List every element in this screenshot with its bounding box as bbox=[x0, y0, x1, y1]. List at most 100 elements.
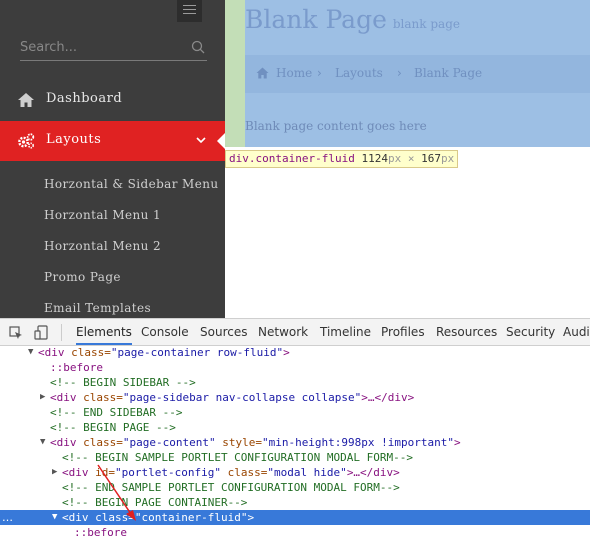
hamburger-icon bbox=[183, 5, 196, 6]
submenu-item-horizontal-menu-1[interactable]: Horzontal Menu 1 bbox=[44, 208, 161, 222]
dom-comment-text: <!-- BEGIN SIDEBAR --> bbox=[50, 376, 196, 389]
chevron-right-icon: › bbox=[317, 66, 322, 80]
dom-node-before[interactable]: ::before bbox=[0, 525, 590, 540]
submenu-item-promo-page[interactable]: Promo Page bbox=[44, 270, 121, 284]
dom-attr: class= bbox=[83, 436, 123, 449]
dom-attr: id= bbox=[95, 466, 115, 479]
search-input[interactable] bbox=[20, 36, 185, 58]
dom-attr: class= bbox=[71, 346, 111, 359]
expand-triangle-icon[interactable]: ▼ bbox=[40, 435, 45, 450]
chevron-right-icon: › bbox=[397, 66, 402, 80]
dom-comment-text: <!-- END SIDEBAR --> bbox=[50, 406, 183, 419]
expand-triangle-icon[interactable]: ▼ bbox=[52, 510, 57, 525]
dom-tag: > bbox=[454, 436, 461, 449]
more-options-icon[interactable]: … bbox=[2, 510, 13, 525]
dom-tree: ▼ <div class="page-container row-fluid">… bbox=[0, 345, 590, 541]
page-title-text: Blank Page bbox=[245, 5, 387, 34]
tab-resources[interactable]: Resources bbox=[436, 319, 497, 345]
sidebar-item-layouts[interactable]: Layouts bbox=[0, 121, 225, 161]
dom-node-before[interactable]: ::before bbox=[0, 360, 590, 375]
dom-comment-text: <!-- END SAMPLE PORTLET CONFIGURATION MO… bbox=[62, 481, 400, 494]
dom-val: "portlet-config" bbox=[115, 466, 221, 479]
toolbar-divider bbox=[61, 324, 62, 341]
dom-comment[interactable]: <!-- BEGIN SAMPLE PORTLET CONFIGURATION … bbox=[0, 450, 590, 465]
dom-val: "container-fluid" bbox=[134, 511, 248, 524]
submenu-item-email-templates[interactable]: Email Templates bbox=[44, 301, 151, 315]
dom-val: "page-sidebar nav-collapse collapse" bbox=[122, 391, 362, 404]
collapse-triangle-icon[interactable]: ▶ bbox=[52, 465, 57, 480]
page-subtitle: blank page bbox=[392, 17, 460, 31]
tab-timeline[interactable]: Timeline bbox=[320, 319, 371, 345]
dom-tag: <div bbox=[38, 346, 72, 359]
device-mode-icon[interactable] bbox=[34, 325, 48, 340]
dom-comment[interactable]: <!-- END SAMPLE PORTLET CONFIGURATION MO… bbox=[0, 480, 590, 495]
hamburger-icon-bar bbox=[183, 9, 196, 10]
hamburger-icon-bar bbox=[183, 13, 196, 14]
collapse-triangle-icon[interactable]: ▶ bbox=[40, 390, 45, 405]
dom-node-container-fluid-selected[interactable]: … ▼ <div class="container-fluid"> bbox=[0, 510, 590, 525]
dom-comment[interactable]: <!-- BEGIN SIDEBAR --> bbox=[0, 375, 590, 390]
dom-tag: > bbox=[283, 346, 290, 359]
tooltip-width: 1124 bbox=[361, 152, 388, 165]
dom-val: "modal hide" bbox=[267, 466, 347, 479]
submenu-item-horizontal-menu-2[interactable]: Horzontal Menu 2 bbox=[44, 239, 161, 253]
tab-network[interactable]: Network bbox=[258, 319, 308, 345]
dom-node-page-content[interactable]: ▼ <div class="page-content" style="min-h… bbox=[0, 435, 590, 450]
tooltip-selector: div.container-fluid bbox=[229, 152, 355, 165]
dom-comment-text: <!-- BEGIN PAGE --> bbox=[50, 421, 176, 434]
dom-comment[interactable]: <!-- BEGIN PAGE CONTAINER--> bbox=[0, 495, 590, 510]
dom-attr: class= bbox=[220, 466, 268, 479]
tooltip-times: × bbox=[407, 152, 415, 165]
search-icon[interactable] bbox=[191, 40, 205, 54]
tab-sources[interactable]: Sources bbox=[200, 319, 247, 345]
menu-toggle-button[interactable] bbox=[177, 0, 202, 22]
container-fluid-highlight: Blank Page blank page Home › Layouts › Bl… bbox=[225, 0, 590, 147]
breadcrumb-layouts[interactable]: Layouts bbox=[335, 66, 383, 80]
dom-tag: >…</div> bbox=[346, 466, 400, 479]
sidebar-item-dashboard[interactable]: Dashboard bbox=[0, 80, 225, 120]
dom-comment[interactable]: <!-- END SIDEBAR --> bbox=[0, 405, 590, 420]
page-title: Blank Page blank page bbox=[245, 5, 460, 34]
dom-tag: <div bbox=[62, 511, 96, 524]
tab-elements[interactable]: Elements bbox=[76, 319, 132, 345]
dom-comment-text: <!-- BEGIN SAMPLE PORTLET CONFIGURATION … bbox=[62, 451, 413, 464]
dom-comment-text: <!-- BEGIN PAGE CONTAINER--> bbox=[62, 496, 248, 509]
dom-node-page-container[interactable]: ▼ <div class="page-container row-fluid"> bbox=[0, 345, 590, 360]
dom-tag: <div bbox=[62, 466, 96, 479]
active-indicator-arrow bbox=[217, 133, 225, 149]
home-icon bbox=[18, 93, 34, 107]
expand-triangle-icon[interactable]: ▼ bbox=[28, 345, 33, 360]
dom-attr: class= bbox=[95, 511, 135, 524]
dom-tag: <div bbox=[50, 391, 84, 404]
padding-highlight bbox=[225, 0, 245, 147]
devtools-toolbar: Elements Console Sources Network Timelin… bbox=[0, 319, 590, 346]
home-icon bbox=[256, 67, 269, 79]
tooltip-height: 167 bbox=[421, 152, 441, 165]
page-body-text: Blank page content goes here bbox=[245, 119, 427, 133]
dom-pseudo: ::before bbox=[74, 526, 127, 539]
dom-comment[interactable]: <!-- BEGIN PAGE --> bbox=[0, 420, 590, 435]
dom-node-page-sidebar[interactable]: ▶ <div class="page-sidebar nav-collapse … bbox=[0, 390, 590, 405]
tab-audits[interactable]: Audi bbox=[563, 319, 590, 345]
submenu-item-horizontal-sidebar-menu[interactable]: Horzontal & Sidebar Menu bbox=[44, 177, 219, 191]
breadcrumb-home[interactable]: Home bbox=[276, 66, 312, 80]
tooltip-unit: px bbox=[387, 152, 402, 165]
devtools-panel: Elements Console Sources Network Timelin… bbox=[0, 318, 590, 541]
tab-console[interactable]: Console bbox=[141, 319, 189, 345]
sidebar-item-label: Layouts bbox=[46, 132, 102, 147]
tooltip-unit: px bbox=[440, 152, 455, 165]
chevron-down-icon bbox=[196, 137, 206, 144]
inspect-element-icon[interactable] bbox=[9, 326, 23, 340]
dom-pseudo: ::before bbox=[50, 361, 103, 374]
breadcrumb-blank-page[interactable]: Blank Page bbox=[414, 66, 482, 80]
tab-security[interactable]: Security bbox=[506, 319, 555, 345]
element-dimensions-tooltip: div.container-fluid 1124px × 167px bbox=[225, 150, 459, 168]
tab-profiles[interactable]: Profiles bbox=[381, 319, 425, 345]
search-box bbox=[20, 36, 207, 61]
dom-node-portlet-config[interactable]: ▶ <div id="portlet-config" class="modal … bbox=[0, 465, 590, 480]
dom-val: "page-container row-fluid" bbox=[110, 346, 284, 359]
dom-tag: >…</div> bbox=[361, 391, 415, 404]
breadcrumb: Home › Layouts › Blank Page bbox=[245, 55, 590, 93]
sidebar: Dashboard Layouts Horzontal & Sidebar Me… bbox=[0, 0, 225, 318]
dom-attr: class= bbox=[83, 391, 123, 404]
